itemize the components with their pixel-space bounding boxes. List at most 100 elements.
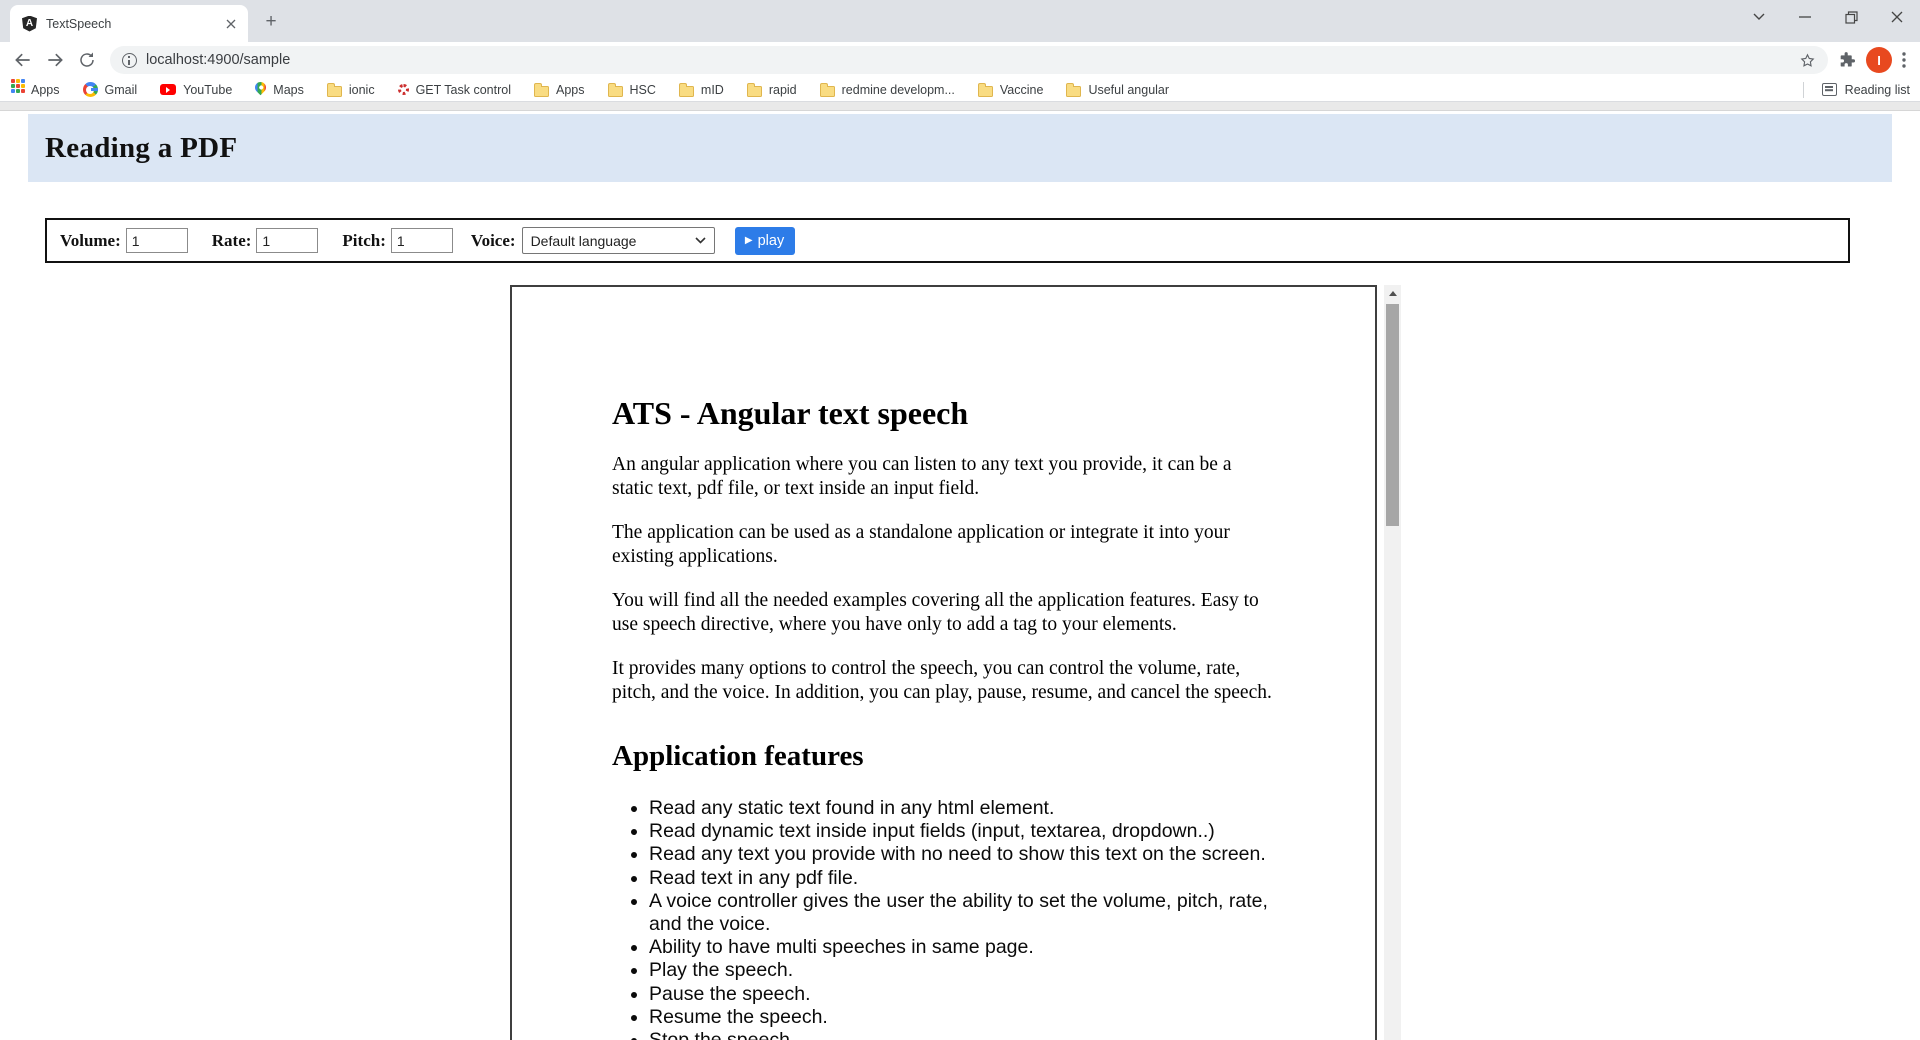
minimize-button[interactable] xyxy=(1782,0,1828,34)
bookmark-label: YouTube xyxy=(183,82,233,97)
feature-item: Stop the speech. xyxy=(649,1029,1275,1040)
bookmark-star-icon[interactable] xyxy=(1799,52,1816,69)
pitch-label: Pitch: xyxy=(342,230,386,250)
angular-favicon-icon: A xyxy=(22,15,37,32)
folder-icon xyxy=(326,82,342,97)
bookmark-folder-useful-angular[interactable]: Useful angular xyxy=(1066,82,1169,97)
bookmarks-bar: Apps Gmail YouTube Maps ionic GET Task c… xyxy=(0,78,1920,102)
browser-toolbar: localhost:4900/sample I xyxy=(0,42,1920,78)
bookmark-get-task-control[interactable]: GET Task control xyxy=(397,82,511,97)
volume-input[interactable] xyxy=(125,228,188,253)
bookmark-folder-ionic[interactable]: ionic xyxy=(326,82,375,97)
bookmark-folder-apps[interactable]: Apps xyxy=(534,82,585,97)
restore-button[interactable] xyxy=(1828,0,1874,34)
pdf-paragraph: You will find all the needed examples co… xyxy=(612,590,1259,635)
bookmark-folder-redmine[interactable]: redmine developm... xyxy=(819,82,955,97)
divider xyxy=(1802,81,1804,98)
pdf-paragraph: The application can be used as a standal… xyxy=(612,522,1230,567)
feature-item: Read dynamic text inside input fields (i… xyxy=(649,820,1275,843)
feature-item: Read any static text found in any html e… xyxy=(649,797,1275,820)
folder-icon xyxy=(607,82,623,97)
bookmark-folder-mid[interactable]: mID xyxy=(678,82,724,97)
bookmark-label: mID xyxy=(700,82,724,97)
redmine-icon xyxy=(397,84,409,95)
back-icon[interactable] xyxy=(8,45,38,75)
rate-label: Rate: xyxy=(211,230,252,250)
address-bar[interactable]: localhost:4900/sample xyxy=(110,46,1828,74)
folder-icon xyxy=(678,82,694,97)
page-title: Reading a PDF xyxy=(45,131,238,164)
bookmark-label: Maps xyxy=(273,82,304,97)
profile-avatar[interactable]: I xyxy=(1866,47,1892,73)
bookmark-label: Apps xyxy=(31,82,60,97)
feature-item: Ability to have multi speeches in same p… xyxy=(649,936,1275,959)
pdf-scrollbar[interactable] xyxy=(1384,285,1401,1040)
tab-title: TextSpeech xyxy=(46,16,112,31)
reading-list-icon xyxy=(1821,83,1837,96)
pdf-doc-title: ATS - Angular text speech xyxy=(612,395,969,431)
play-button[interactable]: ▶ play xyxy=(734,226,795,255)
feature-item: Pause the speech. xyxy=(649,983,1275,1006)
bookmark-apps[interactable]: Apps xyxy=(10,79,60,97)
feature-item: A voice controller gives the user the ab… xyxy=(649,890,1275,936)
page-content: Reading a PDF Volume: Rate: Pitch: Voice… xyxy=(0,102,1920,1040)
voice-controller-bar: Volume: Rate: Pitch: Voice: Default lang… xyxy=(45,218,1850,263)
youtube-icon xyxy=(160,83,177,96)
voice-label: Voice: xyxy=(470,230,516,250)
pdf-viewer: ATS - Angular text speech An angular app… xyxy=(0,285,1920,1040)
pdf-features-heading: Application features xyxy=(612,740,864,772)
google-g-icon xyxy=(82,82,98,97)
folder-icon xyxy=(746,82,762,97)
forward-icon[interactable] xyxy=(40,45,70,75)
folder-icon xyxy=(534,82,549,97)
close-window-button[interactable] xyxy=(1874,0,1920,34)
play-button-label: play xyxy=(757,232,785,249)
scroll-up-arrow-icon[interactable] xyxy=(1384,285,1401,302)
reading-list-label: Reading list xyxy=(1844,82,1910,97)
feature-item: Read any text you provide with no need t… xyxy=(649,843,1275,866)
pdf-page: ATS - Angular text speech An angular app… xyxy=(510,285,1377,1040)
bookmark-label: Apps xyxy=(556,82,585,97)
tab-strip: A TextSpeech + xyxy=(0,0,1920,42)
reload-icon[interactable] xyxy=(72,45,102,75)
feature-item: Play the speech. xyxy=(649,959,1275,982)
bookmark-label: Gmail xyxy=(104,82,138,97)
toolbar-right-buttons: I xyxy=(1836,47,1912,73)
bookmark-maps[interactable]: Maps xyxy=(253,79,304,97)
pdf-paragraph: It provides many options to control the … xyxy=(612,658,1272,703)
scrollbar-thumb[interactable] xyxy=(1386,304,1399,526)
pitch-input[interactable] xyxy=(390,228,453,253)
bookmark-folder-rapid[interactable]: rapid xyxy=(746,82,797,97)
bookmark-label: GET Task control xyxy=(415,82,511,97)
extensions-puzzle-icon[interactable] xyxy=(1838,51,1856,69)
volume-label: Volume: xyxy=(60,230,121,250)
tab-search-chevron-icon[interactable] xyxy=(1736,0,1782,34)
bookmark-label: Vaccine xyxy=(999,82,1044,97)
maps-pin-icon xyxy=(253,79,269,96)
site-info-icon[interactable] xyxy=(122,52,137,68)
bookmark-gmail[interactable]: Gmail xyxy=(82,82,138,97)
pdf-features-list: Read any static text found in any html e… xyxy=(612,797,1275,1040)
bookmark-label: HSC xyxy=(629,82,656,97)
bookmark-folder-vaccine[interactable]: Vaccine xyxy=(977,82,1044,97)
folder-icon xyxy=(1066,82,1082,97)
bookmark-folder-hsc[interactable]: HSC xyxy=(607,82,656,97)
voice-select[interactable]: Default language xyxy=(521,227,715,254)
bookmark-youtube[interactable]: YouTube xyxy=(160,83,232,97)
folder-icon xyxy=(977,82,993,97)
menu-kebab-icon[interactable] xyxy=(1902,52,1906,68)
feature-item: Resume the speech. xyxy=(649,1006,1275,1029)
new-tab-button[interactable]: + xyxy=(258,9,284,35)
url-text[interactable]: localhost:4900/sample xyxy=(146,52,1790,68)
reading-list-button[interactable]: Reading list xyxy=(1802,81,1910,98)
top-strip xyxy=(0,102,1920,111)
page-header-banner: Reading a PDF xyxy=(28,114,1892,182)
browser-tab[interactable]: A TextSpeech xyxy=(10,5,248,42)
apps-grid-icon xyxy=(11,79,15,83)
window-controls xyxy=(1736,0,1920,34)
bookmark-label: ionic xyxy=(348,82,375,97)
tab-close-icon[interactable] xyxy=(222,15,240,33)
voice-selected-value: Default language xyxy=(530,232,637,249)
bookmark-label: redmine developm... xyxy=(841,82,955,97)
rate-input[interactable] xyxy=(256,228,319,253)
